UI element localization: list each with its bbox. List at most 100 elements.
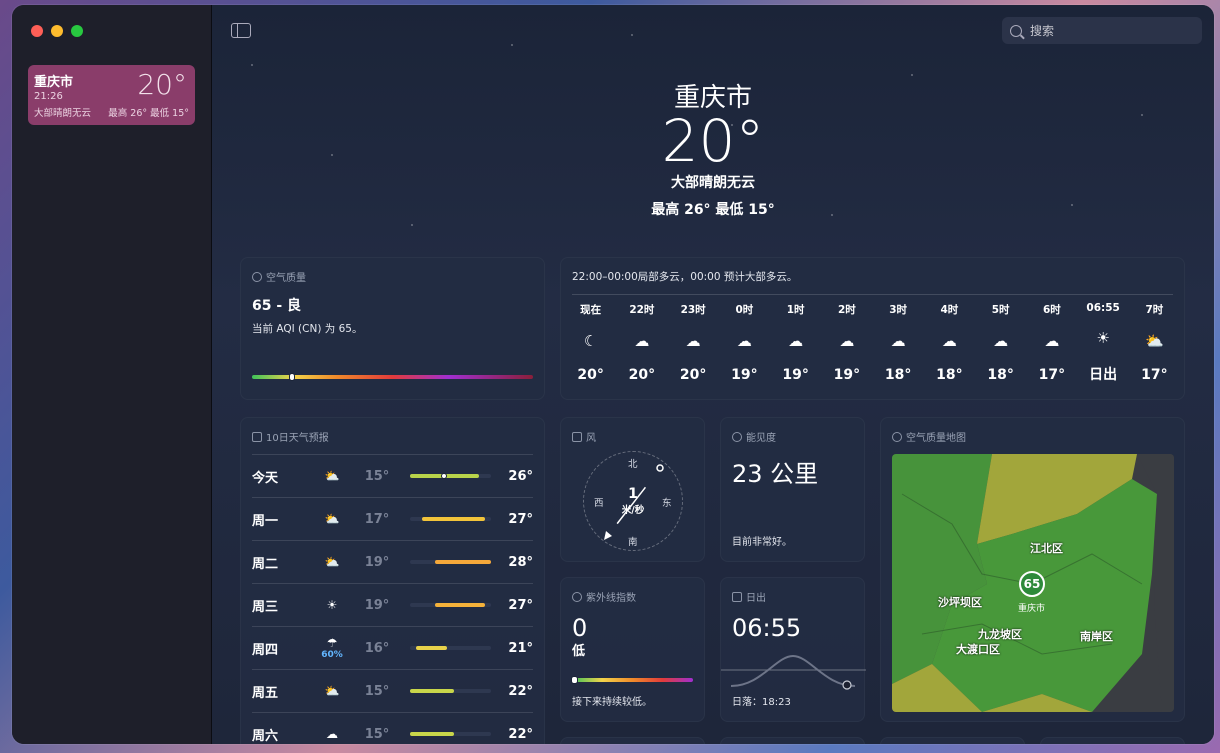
location-card-chongqing[interactable]: 重庆市 21:26 20° 大部晴朗无云 最高 26° 最低 15°	[28, 65, 195, 125]
daily-row[interactable]: 周三 ☀ 19° 27°	[252, 583, 533, 626]
search-input[interactable]	[1030, 23, 1180, 38]
hour-temp: 日出	[1089, 367, 1118, 383]
temp-range-bar	[410, 603, 491, 607]
aqi-value: 65 - 良	[252, 298, 302, 314]
cloud-icon: ☁	[890, 332, 906, 350]
hour-time: 7时	[1145, 304, 1164, 316]
hero-high-low: 最高 26° 最低 15°	[651, 202, 775, 218]
sunrise-title: 日出	[746, 593, 766, 604]
hourly-item: 0时 ☁ 19°	[719, 302, 770, 384]
day-low: 16°	[364, 640, 390, 656]
hour-time: 5时	[991, 304, 1010, 316]
minimize-button[interactable]	[51, 25, 63, 37]
ten-day-forecast-card[interactable]: 10日天气预报 今天 ⛅ 15° 26° 周一 ⛅ 17° 27° 周二 ⛅ 19° 28° 周三 ☀ 19…	[240, 417, 545, 744]
partial-card-1[interactable]	[560, 737, 705, 744]
temp-range-bar	[410, 517, 491, 521]
map-center-label: 重庆市	[1018, 604, 1046, 614]
sun-path-curve	[721, 654, 866, 690]
hourly-summary: 22:00–00:00局部多云，00:00 预计大部多云。	[572, 269, 1173, 295]
location-high-low: 最高 26° 最低 15°	[108, 108, 189, 119]
hour-time: 06:55	[1086, 302, 1120, 314]
hourly-item: 4时 ☁ 18°	[924, 302, 975, 384]
air-quality-icon	[252, 271, 262, 282]
day-icon-glyph: ⛅	[324, 555, 340, 569]
hour-temp: 18°	[987, 367, 1014, 383]
rain-icon: ☂ 60%	[312, 636, 352, 660]
aqi-marker	[288, 373, 295, 381]
maximize-button[interactable]	[71, 25, 83, 37]
day-low: 15°	[364, 726, 390, 742]
sunrise-time: 06:55	[732, 614, 802, 642]
partly-sunny-icon: ⛅	[312, 684, 352, 698]
day-name: 周二	[252, 556, 279, 572]
partly-sunny-icon: ⛅	[1145, 332, 1164, 350]
sunset-time: 日落：18:23	[732, 697, 791, 708]
partly-sunny-icon: ⛅	[312, 469, 352, 483]
moon-icon: ☾	[583, 332, 598, 350]
hour-temp: 19°	[833, 367, 861, 383]
hourly-item: 06:55 ☀ 日出	[1078, 302, 1129, 384]
hourly-forecast-card[interactable]: 22:00–00:00局部多云，00:00 预计大部多云。 现在 ☾ 20° 22时 ☁…	[560, 257, 1185, 400]
wind-compass: 北 南 东 西 1 米/秒	[583, 451, 683, 551]
search-field[interactable]	[1002, 17, 1202, 44]
search-icon	[1010, 24, 1022, 37]
daily-row[interactable]: 周二 ⛅ 19° 28°	[252, 540, 533, 583]
day-low: 15°	[364, 468, 390, 484]
hour-temp: 17°	[1038, 367, 1066, 383]
temp-range-fill	[410, 732, 454, 736]
partly-sunny-icon: ⛅	[312, 512, 352, 526]
cloud-icon: ☁	[839, 332, 855, 350]
sun-icon: ☀	[312, 598, 352, 612]
air-quality-title: 空气质量	[266, 273, 306, 284]
daily-row[interactable]: 周四 ☂ 60% 16° 21°	[252, 626, 533, 669]
hour-time: 1时	[786, 304, 805, 316]
air-quality-map[interactable]: 江北区 沙坪坝区 九龙坡区 大渡口区 南岸区 65 重庆市	[892, 454, 1174, 712]
daily-list: 今天 ⛅ 15° 26° 周一 ⛅ 17° 27° 周二 ⛅ 19° 28° 周三 ☀ 19° 27° 周四 ☂ 6…	[252, 454, 533, 744]
day-name: 周一	[252, 513, 279, 529]
partial-card-4[interactable]	[1040, 737, 1185, 744]
day-low: 15°	[364, 683, 390, 699]
hour-time: 6时	[1042, 304, 1061, 316]
map-aqi-badge[interactable]: 65	[1019, 571, 1045, 597]
temp-range-bar	[410, 689, 491, 693]
sidebar: 重庆市 21:26 20° 大部晴朗无云 最高 26° 最低 15°	[12, 5, 212, 744]
location-temp: 20°	[137, 68, 187, 101]
cloud-icon: ☁	[1044, 332, 1060, 350]
uv-marker	[571, 676, 578, 684]
hour-temp: 19°	[782, 367, 809, 383]
main-content: 重庆市 20° 大部晴朗无云 最高 26° 最低 15° 空气质量 65 - 良…	[212, 5, 1214, 744]
location-condition: 大部晴朗无云	[34, 108, 92, 119]
air-quality-card[interactable]: 空气质量 65 - 良 当前 AQI (CN) 为 65。	[240, 257, 545, 400]
partial-card-2[interactable]	[720, 737, 865, 744]
sunrise-card[interactable]: 日出 06:55 日落：18:23	[720, 577, 866, 722]
day-low: 19°	[364, 597, 390, 613]
close-button[interactable]	[31, 25, 43, 37]
current-temp-marker	[440, 473, 447, 479]
hourly-item: 1时 ☁ 19°	[770, 302, 821, 384]
hour-time: 23时	[680, 304, 706, 316]
hourly-item: 现在 ☾ 20°	[565, 302, 616, 384]
day-low: 17°	[364, 511, 390, 527]
daily-row[interactable]: 周一 ⛅ 17° 27°	[252, 497, 533, 540]
hour-time: 0时	[735, 304, 754, 316]
wind-card[interactable]: 风 北 南 东 西 1 米/秒	[560, 417, 705, 562]
weather-window: 重庆市 21:26 20° 大部晴朗无云 最高 26° 最低 15° 重庆市 2…	[12, 5, 1214, 744]
air-quality-map-icon	[892, 431, 902, 442]
air-quality-map-card[interactable]: 空气质量地图 江北区 沙坪坝区 九龙坡区 大渡口区 南岸区 65 重庆市	[880, 417, 1185, 722]
temp-range-fill	[416, 646, 448, 650]
district-nanan: 南岸区	[1080, 630, 1113, 643]
day-icon-glyph: ⛅	[324, 469, 340, 483]
day-name: 周四	[252, 642, 279, 658]
sidebar-toggle-icon[interactable]	[231, 23, 251, 38]
district-jiulongpo: 九龙坡区	[978, 628, 1022, 641]
visibility-card[interactable]: 能见度 23 公里 目前非常好。	[720, 417, 865, 562]
partial-card-3[interactable]	[880, 737, 1025, 744]
hourly-list: 现在 ☾ 20° 22时 ☁ 20° 23时 ☁ 20° 0时 ☁ 19° 1时 ☁ 19° 2时 ☁ 19° 3时…	[565, 302, 1180, 384]
daily-row[interactable]: 今天 ⛅ 15° 26°	[252, 454, 533, 497]
calendar-icon	[252, 431, 262, 442]
uv-title: 紫外线指数	[586, 593, 636, 604]
daily-row[interactable]: 周五 ⛅ 15° 22°	[252, 669, 533, 712]
uv-index-card[interactable]: 紫外线指数 0 低 接下来持续较低。	[560, 577, 705, 722]
daily-row[interactable]: 周六 ☁ 15° 22°	[252, 712, 533, 744]
day-icon-glyph: ⛅	[324, 512, 340, 526]
